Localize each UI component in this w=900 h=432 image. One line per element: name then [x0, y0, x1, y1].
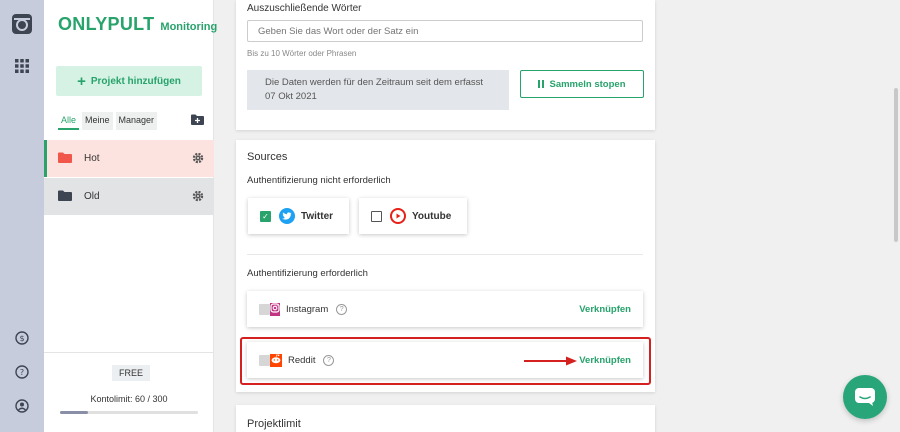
section-divider: [247, 254, 643, 255]
filter-tab-all[interactable]: Alle: [58, 112, 80, 130]
new-folder-icon[interactable]: [191, 114, 204, 128]
instagram-connect-link[interactable]: Verknüpfen: [579, 304, 631, 315]
apps-grid-icon[interactable]: [11, 55, 33, 77]
excluded-words-hint: Bis zu 10 Wörter oder Phrasen: [247, 49, 357, 58]
gear-icon[interactable]: [192, 190, 204, 205]
project-name: Old: [84, 191, 100, 202]
folder-icon: [58, 152, 72, 166]
stop-collecting-button[interactable]: Sammeln stopen: [520, 70, 644, 98]
collection-period-info: Die Daten werden für den Zeitraum seit d…: [247, 70, 509, 110]
youtube-checkbox[interactable]: [371, 210, 382, 222]
twitter-checkbox[interactable]: ✓: [260, 210, 271, 222]
instagram-name: Instagram: [286, 303, 329, 315]
youtube-name: Youtube: [412, 210, 452, 222]
excluded-words-input[interactable]: [247, 20, 643, 42]
account-limit-text: Kontolimit: 60 / 300: [90, 394, 168, 404]
filter-tab-mine[interactable]: Meine: [82, 112, 113, 130]
svg-text:?: ?: [20, 368, 24, 377]
project-filter-tabs: Alle Meine Manager: [58, 112, 158, 130]
sidebar-divider: [44, 352, 214, 353]
progress-fill: [60, 411, 88, 414]
active-indicator: [44, 140, 47, 177]
plan-badge: FREE: [112, 365, 151, 381]
no-auth-label: Authentifizierung nicht erforderlich: [247, 175, 391, 186]
gear-icon[interactable]: [192, 152, 204, 167]
project-item-hot[interactable]: Hot: [44, 140, 214, 177]
svg-text:$: $: [19, 334, 24, 343]
project-limit-title: Projektlimit: [247, 418, 301, 430]
help-icon[interactable]: ?: [336, 303, 348, 315]
instagram-checkbox: [259, 303, 270, 315]
pause-icon: [538, 80, 545, 88]
twitter-name: Twitter: [301, 210, 334, 222]
brand-logo: ONLYPULT Monitoring: [58, 14, 217, 35]
account-limit-progress: [60, 411, 198, 414]
chat-icon: [855, 388, 875, 406]
project-sidebar: ONLYPULT Monitoring + Projekt hinzufügen…: [44, 0, 217, 432]
source-twitter[interactable]: ✓ Twitter: [248, 198, 349, 234]
reddit-highlight-frame: [240, 337, 651, 385]
arrow-right-icon: [524, 356, 578, 369]
stop-collecting-label: Sammeln stopen: [549, 78, 626, 90]
instagram-icon: [270, 302, 280, 316]
account-icon[interactable]: [11, 395, 33, 417]
plus-icon: +: [77, 72, 86, 90]
twitter-icon: [279, 208, 295, 224]
source-instagram: Instagram ? Verknüpfen: [247, 291, 643, 327]
scrollbar-thumb[interactable]: [894, 88, 898, 242]
folder-icon: [58, 190, 72, 204]
billing-dollar-icon[interactable]: $: [11, 327, 33, 349]
filter-tab-manager[interactable]: Manager: [115, 112, 158, 130]
source-youtube[interactable]: Youtube: [359, 198, 467, 234]
project-item-old[interactable]: Old: [44, 178, 214, 215]
camera-app-icon[interactable]: [11, 13, 33, 35]
brand-subtitle: Monitoring: [160, 21, 218, 33]
auth-required-label: Authentifizierung erforderlich: [247, 268, 368, 279]
app-rail: $ ?: [0, 0, 44, 432]
brand-name: ONLYPULT: [58, 14, 155, 34]
excluded-words-label: Auszuschließende Wörter: [247, 3, 362, 14]
project-limit-card: Projektlimit: [236, 405, 655, 432]
sources-title: Sources: [247, 151, 288, 163]
chat-widget-button[interactable]: [843, 375, 887, 419]
excluded-words-card: Auszuschließende Wörter Bis zu 10 Wörter…: [236, 0, 655, 130]
youtube-icon: [390, 208, 406, 224]
add-project-label: Projekt hinzufügen: [90, 75, 181, 87]
add-project-button[interactable]: + Projekt hinzufügen: [56, 66, 202, 96]
project-name: Hot: [84, 153, 100, 164]
help-icon[interactable]: ?: [11, 361, 33, 383]
